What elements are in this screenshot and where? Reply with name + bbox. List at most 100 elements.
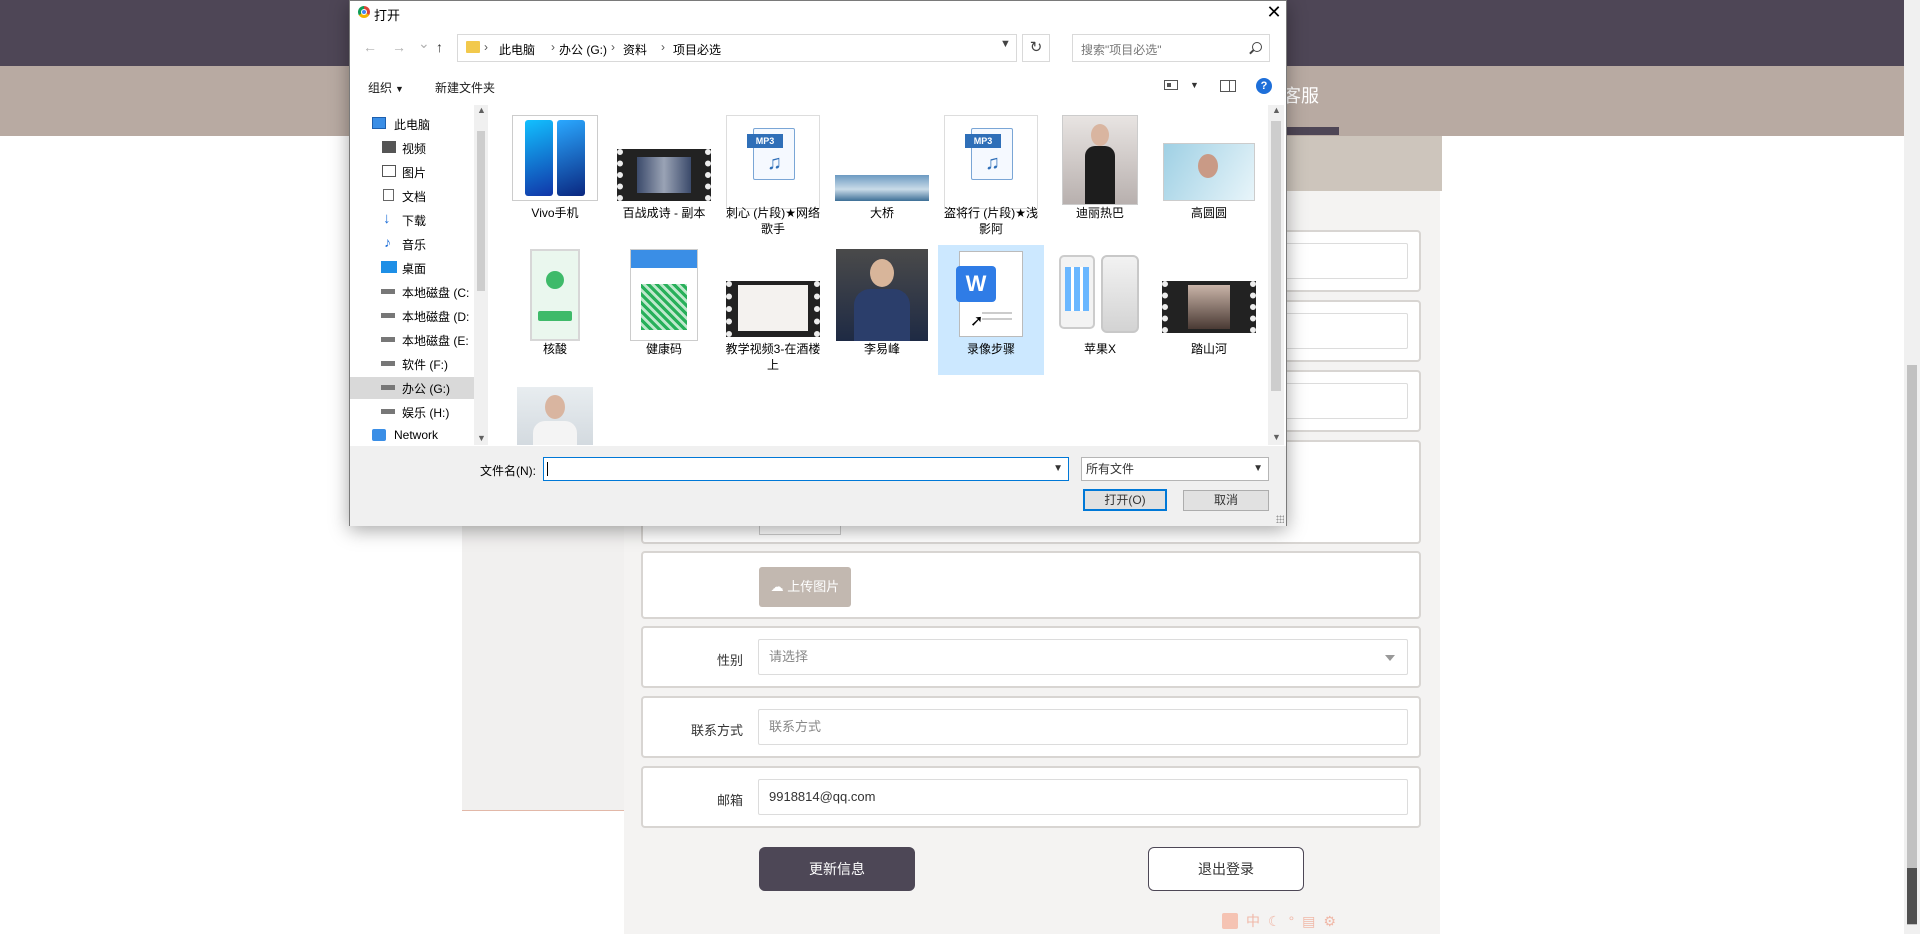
tree-item-drive-e[interactable]: 本地磁盘 (E:	[350, 329, 474, 351]
scroll-up-icon[interactable]: ▲	[477, 105, 486, 115]
organize-menu[interactable]: 组织 ▼	[368, 79, 404, 96]
address-bar[interactable]: › 此电脑 › 办公 (G:) › 资料 › 项目必选	[457, 34, 1017, 62]
ime-keyboard-icon[interactable]: ▤	[1302, 913, 1315, 930]
file-item[interactable]: 迪丽热巴	[1047, 109, 1153, 239]
video-folder-icon	[382, 141, 396, 153]
ime-punct-icon[interactable]: °	[1289, 913, 1295, 929]
navigation-pane: 此电脑 视频 图片 文档 ↓ 下载 ♪ 音乐 桌面 本地磁盘 (C: 本地磁盘 …	[350, 105, 474, 445]
email-input[interactable]: 9918814@qq.com	[758, 779, 1408, 815]
video-thumbnail	[1162, 281, 1256, 333]
navigation-scrollbar-thumb[interactable]	[477, 131, 485, 291]
tree-item-pictures[interactable]: 图片	[350, 161, 474, 183]
file-list-scrollbar-thumb[interactable]	[1271, 121, 1281, 391]
resize-grip-icon[interactable]	[1276, 515, 1284, 523]
email-label: 邮箱	[716, 793, 743, 808]
file-name: 录像步骤	[966, 342, 1015, 356]
tree-item-drive-f[interactable]: 软件 (F:)	[350, 353, 474, 375]
close-icon[interactable]: ✕	[1262, 1, 1286, 23]
search-icon	[1252, 42, 1262, 52]
gender-label: 性别	[716, 653, 743, 668]
tree-item-drive-h[interactable]: 娱乐 (H:)	[350, 401, 474, 423]
drive-icon	[381, 313, 395, 318]
ime-logo-icon	[1222, 913, 1238, 929]
caret-down-icon[interactable]: ▼	[1190, 80, 1199, 90]
upload-image-button[interactable]: ☁ 上传图片	[759, 567, 851, 607]
file-item-selected[interactable]: W ➚ 录像步骤	[938, 245, 1044, 375]
tree-item-drive-d[interactable]: 本地磁盘 (D:	[350, 305, 474, 327]
breadcrumb-item[interactable]: 项目必选	[673, 41, 721, 58]
file-name: 百战成诗 - 副本	[622, 206, 706, 220]
filename-label: 文件名(N):	[480, 464, 536, 478]
breadcrumb-item[interactable]: 资料	[623, 41, 647, 58]
refresh-icon[interactable]: ↻	[1022, 34, 1050, 62]
ime-mode-label[interactable]: 中	[1246, 911, 1260, 931]
image-thumbnail	[1055, 251, 1145, 337]
scroll-down-icon[interactable]: ▼	[477, 433, 486, 443]
file-name: 盗将行 (片段)★浅影阿	[943, 206, 1039, 236]
view-mode-icon[interactable]	[1164, 80, 1178, 90]
folder-icon	[466, 41, 480, 53]
chevron-down-icon[interactable]: ▼	[1000, 38, 1011, 50]
gender-select[interactable]: 请选择	[758, 639, 1408, 675]
image-thumbnail	[836, 249, 928, 341]
file-type-select[interactable]: 所有文件 ▼	[1081, 457, 1269, 481]
file-item[interactable]: 教学视频3-在酒楼上	[720, 245, 826, 375]
breadcrumb-item[interactable]: 办公 (G:)	[559, 41, 607, 58]
open-button[interactable]: 打开(O)	[1083, 489, 1167, 511]
page-scrollbar-thumb[interactable]	[1907, 365, 1917, 925]
up-arrow-icon[interactable]: ↑	[436, 39, 443, 55]
file-item[interactable]: 百战成诗 - 副本	[611, 109, 717, 239]
tree-item-music[interactable]: ♪ 音乐	[350, 233, 474, 255]
cancel-button[interactable]: 取消	[1183, 490, 1269, 511]
file-item[interactable]: 健康码	[611, 245, 717, 375]
ime-settings-icon[interactable]: ⚙	[1323, 913, 1336, 930]
file-item[interactable]: 李易峰	[829, 245, 935, 375]
scroll-down-icon[interactable]: ▼	[1272, 432, 1281, 442]
pictures-folder-icon	[382, 165, 396, 177]
tree-item-documents[interactable]: 文档	[350, 185, 474, 207]
image-thumbnail	[517, 387, 593, 445]
file-item[interactable]: Vivo手机	[502, 109, 608, 239]
video-thumbnail	[617, 149, 711, 201]
cloud-upload-icon: ☁	[770, 579, 788, 594]
update-info-button[interactable]: 更新信息	[759, 847, 915, 891]
ime-moon-icon[interactable]: ☾	[1268, 913, 1281, 930]
new-folder-button[interactable]: 新建文件夹	[435, 79, 495, 96]
file-name: Vivo手机	[531, 206, 579, 220]
file-item[interactable]	[502, 379, 608, 445]
preview-pane-icon[interactable]	[1220, 80, 1236, 92]
tree-item-drive-c[interactable]: 本地磁盘 (C:	[350, 281, 474, 303]
file-item[interactable]: 大桥	[829, 109, 935, 239]
nav-item-customer-service[interactable]: 客服	[1283, 82, 1319, 108]
tree-item-videos[interactable]: 视频	[350, 137, 474, 159]
tree-item-this-pc[interactable]: 此电脑	[350, 113, 474, 135]
back-arrow-icon[interactable]: ←	[363, 39, 377, 55]
file-open-dialog: 打开 ✕ ← → ⌄ ↑ › 此电脑 › 办公 (G:) › 资料 › 项目必选…	[349, 0, 1287, 526]
image-thumbnail	[1062, 115, 1138, 205]
desktop-icon	[381, 261, 397, 273]
tree-item-desktop[interactable]: 桌面	[350, 257, 474, 279]
contact-input[interactable]: 联系方式	[758, 709, 1408, 745]
tree-item-drive-g[interactable]: 办公 (G:)	[350, 377, 474, 399]
chrome-icon	[358, 6, 370, 18]
contact-row: 联系方式 联系方式	[641, 696, 1421, 758]
forward-arrow-icon[interactable]: →	[392, 39, 406, 55]
file-item[interactable]: 核酸	[502, 245, 608, 375]
file-item[interactable]: 踏山河	[1156, 245, 1262, 375]
drive-icon	[381, 385, 395, 390]
file-item[interactable]: 苹果X	[1047, 245, 1153, 375]
file-item[interactable]: MP3 ♫ 刺心 (片段)★网络歌手	[720, 109, 826, 239]
file-item[interactable]: MP3 ♫ 盗将行 (片段)★浅影阿	[938, 109, 1044, 239]
breadcrumb-item[interactable]: 此电脑	[499, 41, 535, 58]
search-input[interactable]: 搜索"项目必选"	[1072, 34, 1270, 62]
scroll-up-icon[interactable]: ▲	[1272, 105, 1281, 115]
logout-button[interactable]: 退出登录	[1148, 847, 1304, 891]
file-item[interactable]: 高圆圆	[1156, 109, 1262, 239]
chevron-down-icon[interactable]: ▼	[1053, 463, 1063, 474]
tree-item-network[interactable]: Network	[350, 425, 474, 445]
help-icon[interactable]: ?	[1256, 78, 1272, 94]
tree-item-downloads[interactable]: ↓ 下载	[350, 209, 474, 231]
mp3-file-icon: MP3 ♫	[944, 115, 1038, 209]
filename-input[interactable]: ▼	[543, 457, 1069, 481]
recent-locations-icon[interactable]: ⌄	[418, 35, 430, 52]
